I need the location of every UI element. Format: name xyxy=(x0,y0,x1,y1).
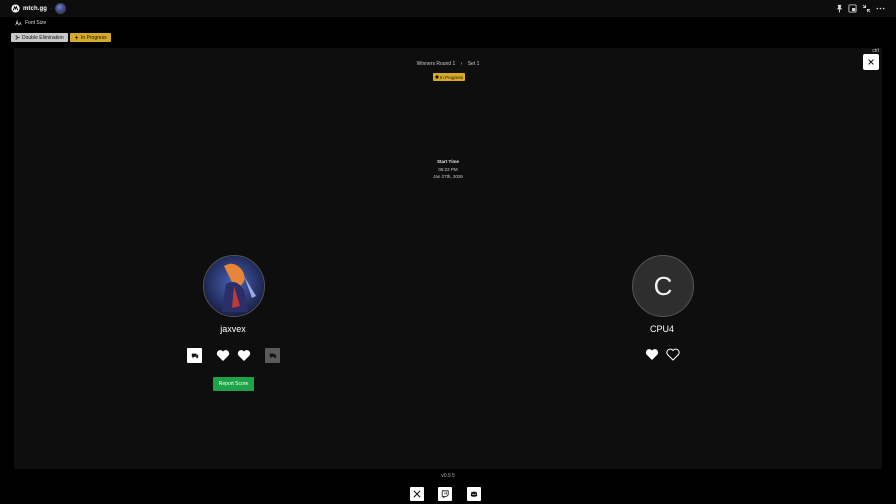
popout-button[interactable] xyxy=(847,3,858,14)
player2-heart-1-icon[interactable] xyxy=(645,348,659,361)
status-dot-icon xyxy=(435,75,439,79)
pin-icon xyxy=(836,4,843,13)
match-status-label: In Progress xyxy=(440,74,464,80)
lightning-icon xyxy=(75,35,78,40)
discord-icon xyxy=(470,491,478,497)
status-label: In Progress xyxy=(81,34,107,41)
mtch-logo-icon xyxy=(11,4,20,13)
twitch-link[interactable] xyxy=(438,487,452,501)
popout-icon xyxy=(848,4,857,13)
font-size-icon xyxy=(15,20,22,26)
pin-button[interactable] xyxy=(834,3,845,14)
chat-bubble-icon xyxy=(191,353,198,359)
shrink-icon xyxy=(862,4,871,13)
app-version: v0.9.5 xyxy=(441,473,455,479)
player1-avatar[interactable] xyxy=(203,255,265,317)
font-size-label: Font Size xyxy=(25,20,47,26)
font-size-button[interactable]: Font Size xyxy=(15,20,46,26)
player2-avatar[interactable]: C xyxy=(632,255,694,317)
title-bar: mtch.gg · xyxy=(0,0,896,17)
start-time-value: 05:22 PM xyxy=(438,166,458,172)
start-time-label: Start Time xyxy=(437,159,459,164)
player1-decrement-button[interactable] xyxy=(187,348,202,363)
more-button[interactable] xyxy=(875,3,886,14)
match-panel: ctrl Winners Round 1 › Set 1 In Progress… xyxy=(14,48,882,469)
user-avatar[interactable] xyxy=(55,3,67,14)
player1-heart-2-icon[interactable] xyxy=(237,349,251,362)
match-status-badge: In Progress xyxy=(433,73,466,81)
x-link[interactable] xyxy=(410,487,424,501)
breadcrumb-round[interactable]: Winners Round 1 xyxy=(417,61,456,67)
player2-name: CPU4 xyxy=(649,324,674,334)
discord-link[interactable] xyxy=(467,487,481,501)
format-badge: Double Elimination xyxy=(11,33,68,42)
breadcrumb: Winners Round 1 › Set 1 xyxy=(14,61,882,67)
start-date-value: Jan 27th, 2026 xyxy=(433,174,463,179)
breadcrumb-set[interactable]: Set 1 xyxy=(468,61,480,67)
status-badge: In Progress xyxy=(70,33,111,42)
toolbar: Font Size xyxy=(0,17,896,30)
player1-name: jaxvex xyxy=(220,324,246,334)
chat-bubble-icon xyxy=(269,353,276,359)
bracket-icon xyxy=(15,35,20,40)
player1-heart-1-icon[interactable] xyxy=(216,349,230,362)
more-horizontal-icon xyxy=(876,7,885,10)
player1-avatar-image xyxy=(204,256,264,316)
start-time-block: Start Time 05:22 PM Jan 27th, 2026 xyxy=(14,158,882,181)
brand-separator: · xyxy=(50,5,53,12)
breadcrumb-separator: › xyxy=(460,61,463,67)
player2-heart-2-icon[interactable] xyxy=(666,348,680,361)
x-icon xyxy=(413,490,421,498)
shrink-button[interactable] xyxy=(861,3,872,14)
brand-name: mtch.gg xyxy=(23,5,48,12)
twitch-icon xyxy=(441,490,449,498)
app-logo[interactable]: mtch.gg · xyxy=(11,3,67,14)
report-score-button[interactable]: Report Score xyxy=(213,377,254,391)
format-label: Double Elimination xyxy=(22,34,64,41)
player1-increment-button[interactable] xyxy=(265,348,280,363)
